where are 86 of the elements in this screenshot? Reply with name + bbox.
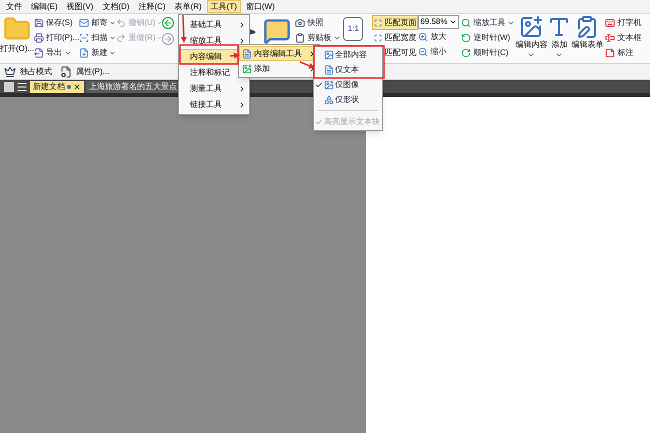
menu-bar-item[interactable]: 视图(V) — [62, 0, 98, 13]
dropdown-icon — [449, 18, 458, 26]
toolbar-button[interactable]: 剪贴板 — [295, 30, 344, 45]
back-icon[interactable] — [162, 17, 174, 29]
toolbar-button[interactable]: 新建 — [79, 45, 116, 60]
highlight-frame — [313, 45, 385, 79]
toolbar-button[interactable]: 邮寄 — [79, 15, 116, 30]
menu-bar-item[interactable]: 文件 — [2, 0, 26, 13]
edit-tool-icon — [242, 48, 252, 58]
annotation-arrow — [180, 14, 187, 43]
add-icon — [242, 64, 252, 74]
menu-bar-item[interactable]: 窗口(W) — [242, 0, 279, 13]
menu-bar-item[interactable]: 注释(C) — [134, 0, 170, 13]
tool-icon — [79, 48, 90, 58]
tool-icon — [34, 32, 44, 42]
menu-bar-item[interactable]: 文档(D) — [98, 0, 134, 13]
menu-item[interactable]: 链接工具 — [179, 97, 249, 112]
large-button[interactable]: 编辑表单 — [571, 15, 604, 63]
tool-icon — [605, 32, 616, 42]
menu-bar-item[interactable]: 表单(R) — [170, 0, 206, 13]
toolbar-button[interactable]: 缩放工具 — [461, 15, 516, 30]
toolbar-button[interactable]: 保存(S) — [34, 15, 80, 30]
toolbar-button[interactable]: 逆时针(W) — [461, 30, 516, 45]
caret-icon — [555, 51, 564, 59]
tab-title: 新建文档 — [33, 81, 65, 93]
tool-icon — [605, 48, 616, 58]
toolbar-button[interactable]: 打印(P)... — [34, 30, 80, 45]
menu-item[interactable]: 缩放工具 — [179, 33, 249, 48]
menu-bar-item[interactable]: 编辑(E) — [27, 0, 62, 13]
tool-icon — [461, 32, 472, 42]
menu-bar-item[interactable]: 工具(T) — [206, 0, 241, 13]
tool-icon — [34, 48, 44, 58]
toolbar-button[interactable]: 导出 — [34, 45, 80, 60]
toolbar-button[interactable]: 扫描 — [79, 30, 116, 45]
menu-item[interactable]: 仅形状 — [314, 92, 382, 107]
toolbar-button[interactable]: 文本框 — [605, 30, 642, 45]
tool-icon — [418, 46, 428, 56]
tool-icon — [79, 32, 90, 42]
tab-title: 上海旅游著名的五大景点 — [89, 81, 177, 93]
tool-icon — [295, 32, 306, 42]
menu-item[interactable]: 仅图像 — [314, 77, 382, 92]
tool-icon — [116, 32, 126, 42]
annotation-arrow — [300, 61, 315, 69]
content-type-icon — [324, 64, 334, 74]
tool-icon — [60, 66, 72, 78]
tool-icon — [116, 18, 126, 28]
large-button[interactable]: 添加 — [547, 15, 572, 63]
content-type-icon — [324, 80, 334, 90]
zoom-field[interactable]: 69.58% — [418, 15, 460, 29]
menu-item[interactable]: 基础工具 — [179, 17, 249, 32]
content-type-icon — [324, 50, 334, 60]
annotation-arrow — [230, 52, 240, 59]
tool-icon — [418, 32, 428, 42]
toolbar-button[interactable]: 打字机 — [605, 15, 642, 30]
check-icon — [315, 80, 323, 88]
menu-icon[interactable] — [16, 80, 28, 92]
tool-icon — [605, 18, 616, 28]
fit-button[interactable]: 匹配宽度 — [372, 30, 418, 45]
toolbar-button[interactable]: 缩小 — [418, 44, 462, 59]
tool-icon — [79, 18, 90, 28]
toolbar-button[interactable]: 标注 — [605, 45, 642, 60]
open-button[interactable]: 打开(O)... — [0, 15, 34, 63]
caret-icon — [527, 51, 536, 59]
highlight-frame — [179, 44, 239, 65]
actual-size-button[interactable]: 1:1 — [343, 17, 364, 41]
tool-icon — [4, 66, 16, 78]
fit-page-icon — [374, 32, 382, 42]
tool-icon — [461, 18, 472, 28]
check-icon — [315, 118, 323, 126]
toolbar-button[interactable]: 快照 — [295, 15, 344, 30]
fit-button[interactable]: 匹配页面 — [372, 15, 418, 30]
close-icon[interactable] — [73, 83, 81, 91]
large-button[interactable]: 编辑内容 — [515, 15, 548, 63]
panel-toggle[interactable] — [4, 82, 14, 92]
toolbar-button[interactable]: 独占模式 — [4, 66, 52, 78]
callout-icon[interactable] — [263, 17, 292, 45]
tool-icon — [461, 48, 472, 58]
toolbar-button[interactable]: 放大 — [418, 29, 462, 44]
tool-icon — [519, 15, 544, 39]
fit-page-icon — [374, 18, 382, 28]
tool-icon — [34, 18, 44, 28]
document-tab[interactable]: 新建文档 — [30, 81, 84, 93]
tool-icon — [295, 18, 306, 28]
toolbar-button[interactable]: 属性(P)... — [60, 66, 110, 78]
toolbar-button[interactable]: 顺时针(C) — [461, 45, 516, 60]
content-type-icon — [324, 94, 334, 104]
